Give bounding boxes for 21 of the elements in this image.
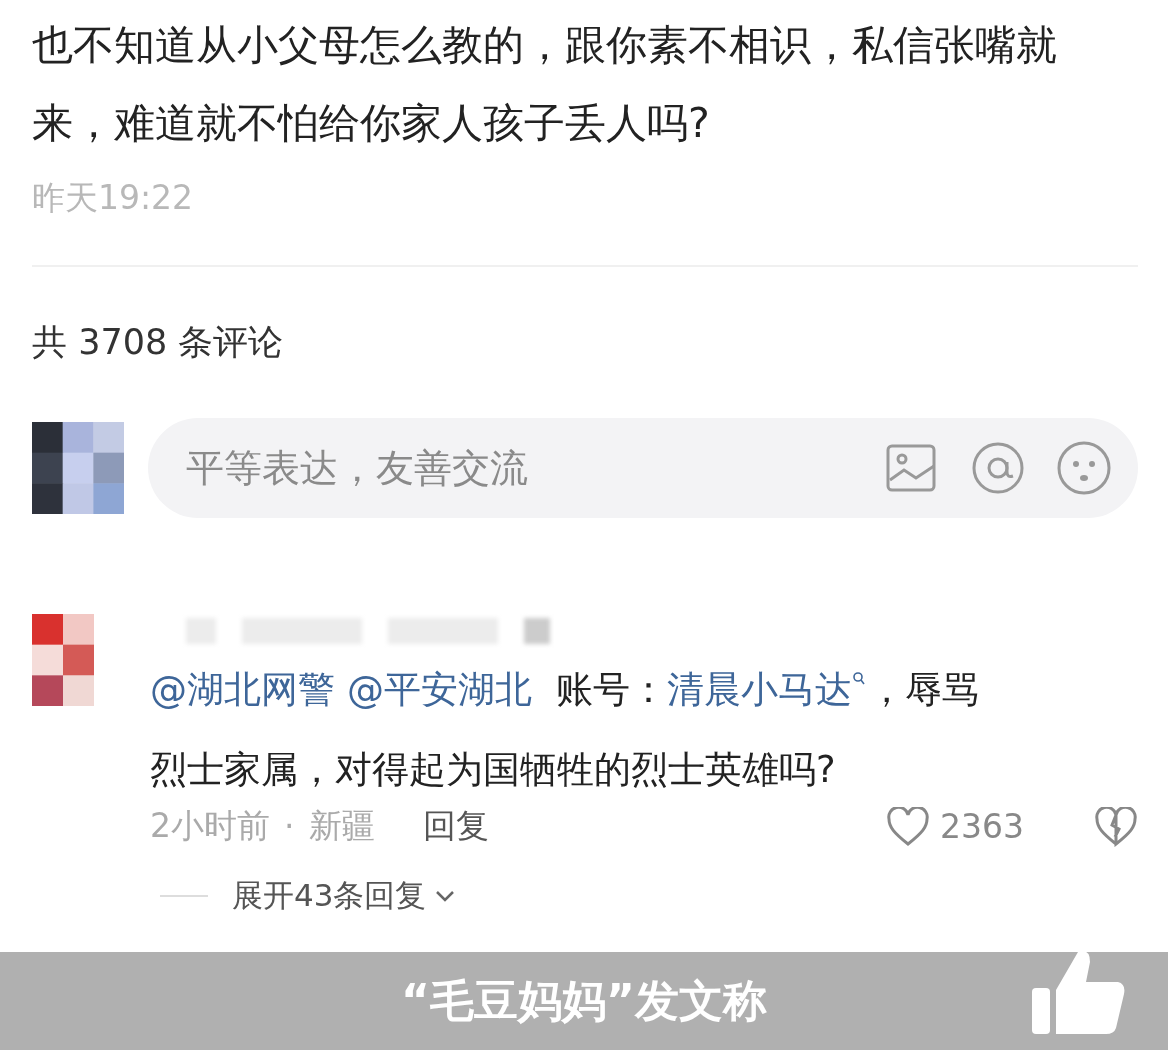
comment-location: 新疆 [308, 805, 375, 847]
avatar-icon[interactable] [32, 614, 94, 706]
post-time: 昨天19:22 [32, 177, 194, 219]
emoji-icon[interactable] [1056, 440, 1112, 496]
expand-replies[interactable]: 展开43条回复 [232, 875, 457, 917]
post-text: 也不知道从小父母怎么教的，跟你素不相识，私信张嘴就 [32, 20, 1058, 71]
comment-text: @湖北网警 @平安湖北 账号：清晨小马达 ，辱骂烈士家属，对得起为国牺牲的烈士英雄吗? [150, 667, 980, 793]
caret-icon[interactable] [434, 889, 457, 903]
like-count: 2363 [940, 807, 1024, 846]
reply-link[interactable]: 回复 [422, 804, 489, 849]
avatar-icon[interactable] [32, 422, 124, 514]
comment-count: 共 3708 条评论 [32, 321, 284, 364]
post-text: 来，难道就不怕给你家人孩子丢人吗? [32, 98, 711, 149]
comment-bar[interactable]: 平等表达，友善交流 [148, 418, 1138, 518]
comment-time: 2小时前 [150, 805, 270, 847]
mention-icon[interactable] [970, 440, 1026, 496]
separator: · [284, 807, 295, 846]
broken-heart-icon[interactable] [1094, 806, 1138, 847]
heart-icon[interactable] [886, 806, 930, 847]
video-caption: “毛豆妈妈”发文称 [401, 973, 767, 1028]
comment-input[interactable]: 平等表达，友善交流 [184, 445, 854, 491]
